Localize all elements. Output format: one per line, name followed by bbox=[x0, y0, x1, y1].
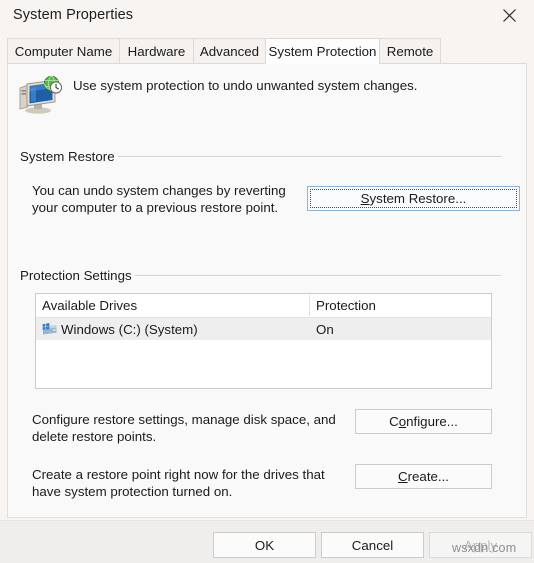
configure-label-after: nfigure... bbox=[406, 414, 458, 429]
table-row[interactable]: Windows (C:) (System) On bbox=[36, 318, 491, 340]
drive-protection-status: On bbox=[316, 321, 334, 337]
tab-label: System Protection bbox=[268, 44, 377, 59]
close-window-button[interactable] bbox=[488, 0, 530, 31]
tab-remote[interactable]: Remote bbox=[379, 38, 441, 63]
accelerator-letter: C bbox=[398, 469, 408, 484]
column-divider[interactable] bbox=[309, 295, 310, 316]
configure-description-line1: Configure restore settings, manage disk … bbox=[32, 412, 336, 427]
protection-settings-group-rule bbox=[135, 275, 501, 276]
configure-button[interactable]: Configure... bbox=[355, 409, 492, 434]
tab-hardware[interactable]: Hardware bbox=[119, 38, 194, 63]
tab-label: Hardware bbox=[127, 43, 186, 59]
window-title: System Properties bbox=[13, 7, 134, 23]
cancel-button-label: Cancel bbox=[351, 537, 394, 553]
tab-label: Remote bbox=[386, 43, 434, 59]
system-restore-button-label-rest: ystem Restore... bbox=[369, 191, 467, 206]
configure-description-line2: delete restore points. bbox=[32, 428, 157, 444]
tab-strip: Computer Name Hardware Advanced System P… bbox=[0, 38, 534, 64]
drive-name-cell: Windows (C:) (System) bbox=[42, 322, 198, 337]
column-header-protection[interactable]: Protection bbox=[316, 294, 376, 316]
create-button[interactable]: Create... bbox=[355, 464, 492, 489]
system-restore-button[interactable]: System Restore... bbox=[307, 186, 520, 211]
configure-description: Configure restore settings, manage disk … bbox=[32, 412, 352, 445]
create-description: Create a restore point right now for the… bbox=[32, 467, 362, 500]
available-drives-listview[interactable]: Available Drives Protection Windows (C:)… bbox=[35, 293, 492, 389]
intro-row: Use system protection to undo unwanted s… bbox=[8, 64, 528, 124]
site-watermark: wsxdn.com bbox=[452, 541, 517, 555]
intro-description: Use system protection to undo unwanted s… bbox=[73, 78, 418, 93]
accelerator-letter: o bbox=[398, 414, 407, 429]
ok-button-label: OK bbox=[254, 537, 275, 553]
tab-computer-name[interactable]: Computer Name bbox=[7, 38, 120, 63]
system-properties-window: System Properties Computer Name Hardware… bbox=[0, 0, 534, 563]
configure-label-before: C bbox=[389, 414, 399, 429]
tab-label: Computer Name bbox=[14, 43, 113, 59]
title-bar: System Properties bbox=[0, 0, 534, 33]
system-restore-icon bbox=[19, 75, 62, 114]
tab-system-protection[interactable]: System Protection bbox=[265, 38, 380, 64]
system-restore-button-label: System Restore... bbox=[361, 191, 467, 206]
system-restore-group-label: System Restore bbox=[20, 149, 115, 164]
hard-drive-windows-icon bbox=[42, 323, 57, 335]
close-icon bbox=[502, 9, 516, 22]
configure-button-label: Configure... bbox=[389, 414, 458, 429]
protection-settings-group-label: Protection Settings bbox=[20, 268, 132, 283]
accelerator-letter: S bbox=[360, 191, 370, 206]
system-restore-description: You can undo system changes by reverting… bbox=[32, 183, 302, 216]
system-restore-description-line2: your computer to a previous restore poin… bbox=[32, 199, 279, 215]
cancel-button[interactable]: Cancel bbox=[321, 532, 424, 558]
system-restore-description-line1: You can undo system changes by reverting bbox=[32, 183, 286, 198]
create-label-after: reate... bbox=[407, 469, 449, 484]
system-restore-group-rule bbox=[118, 156, 501, 157]
drive-name-label: Windows (C:) (System) bbox=[61, 321, 198, 337]
tab-label: Advanced bbox=[199, 43, 260, 59]
listview-header-row: Available Drives Protection bbox=[36, 294, 491, 318]
ok-button[interactable]: OK bbox=[213, 532, 316, 558]
create-description-line1: Create a restore point right now for the… bbox=[32, 467, 325, 482]
tab-advanced[interactable]: Advanced bbox=[193, 38, 266, 63]
tab-content-panel: Use system protection to undo unwanted s… bbox=[7, 63, 527, 518]
create-description-line2: have system protection turned on. bbox=[32, 483, 233, 499]
create-button-label: Create... bbox=[398, 469, 449, 484]
column-header-available-drives[interactable]: Available Drives bbox=[42, 294, 137, 316]
